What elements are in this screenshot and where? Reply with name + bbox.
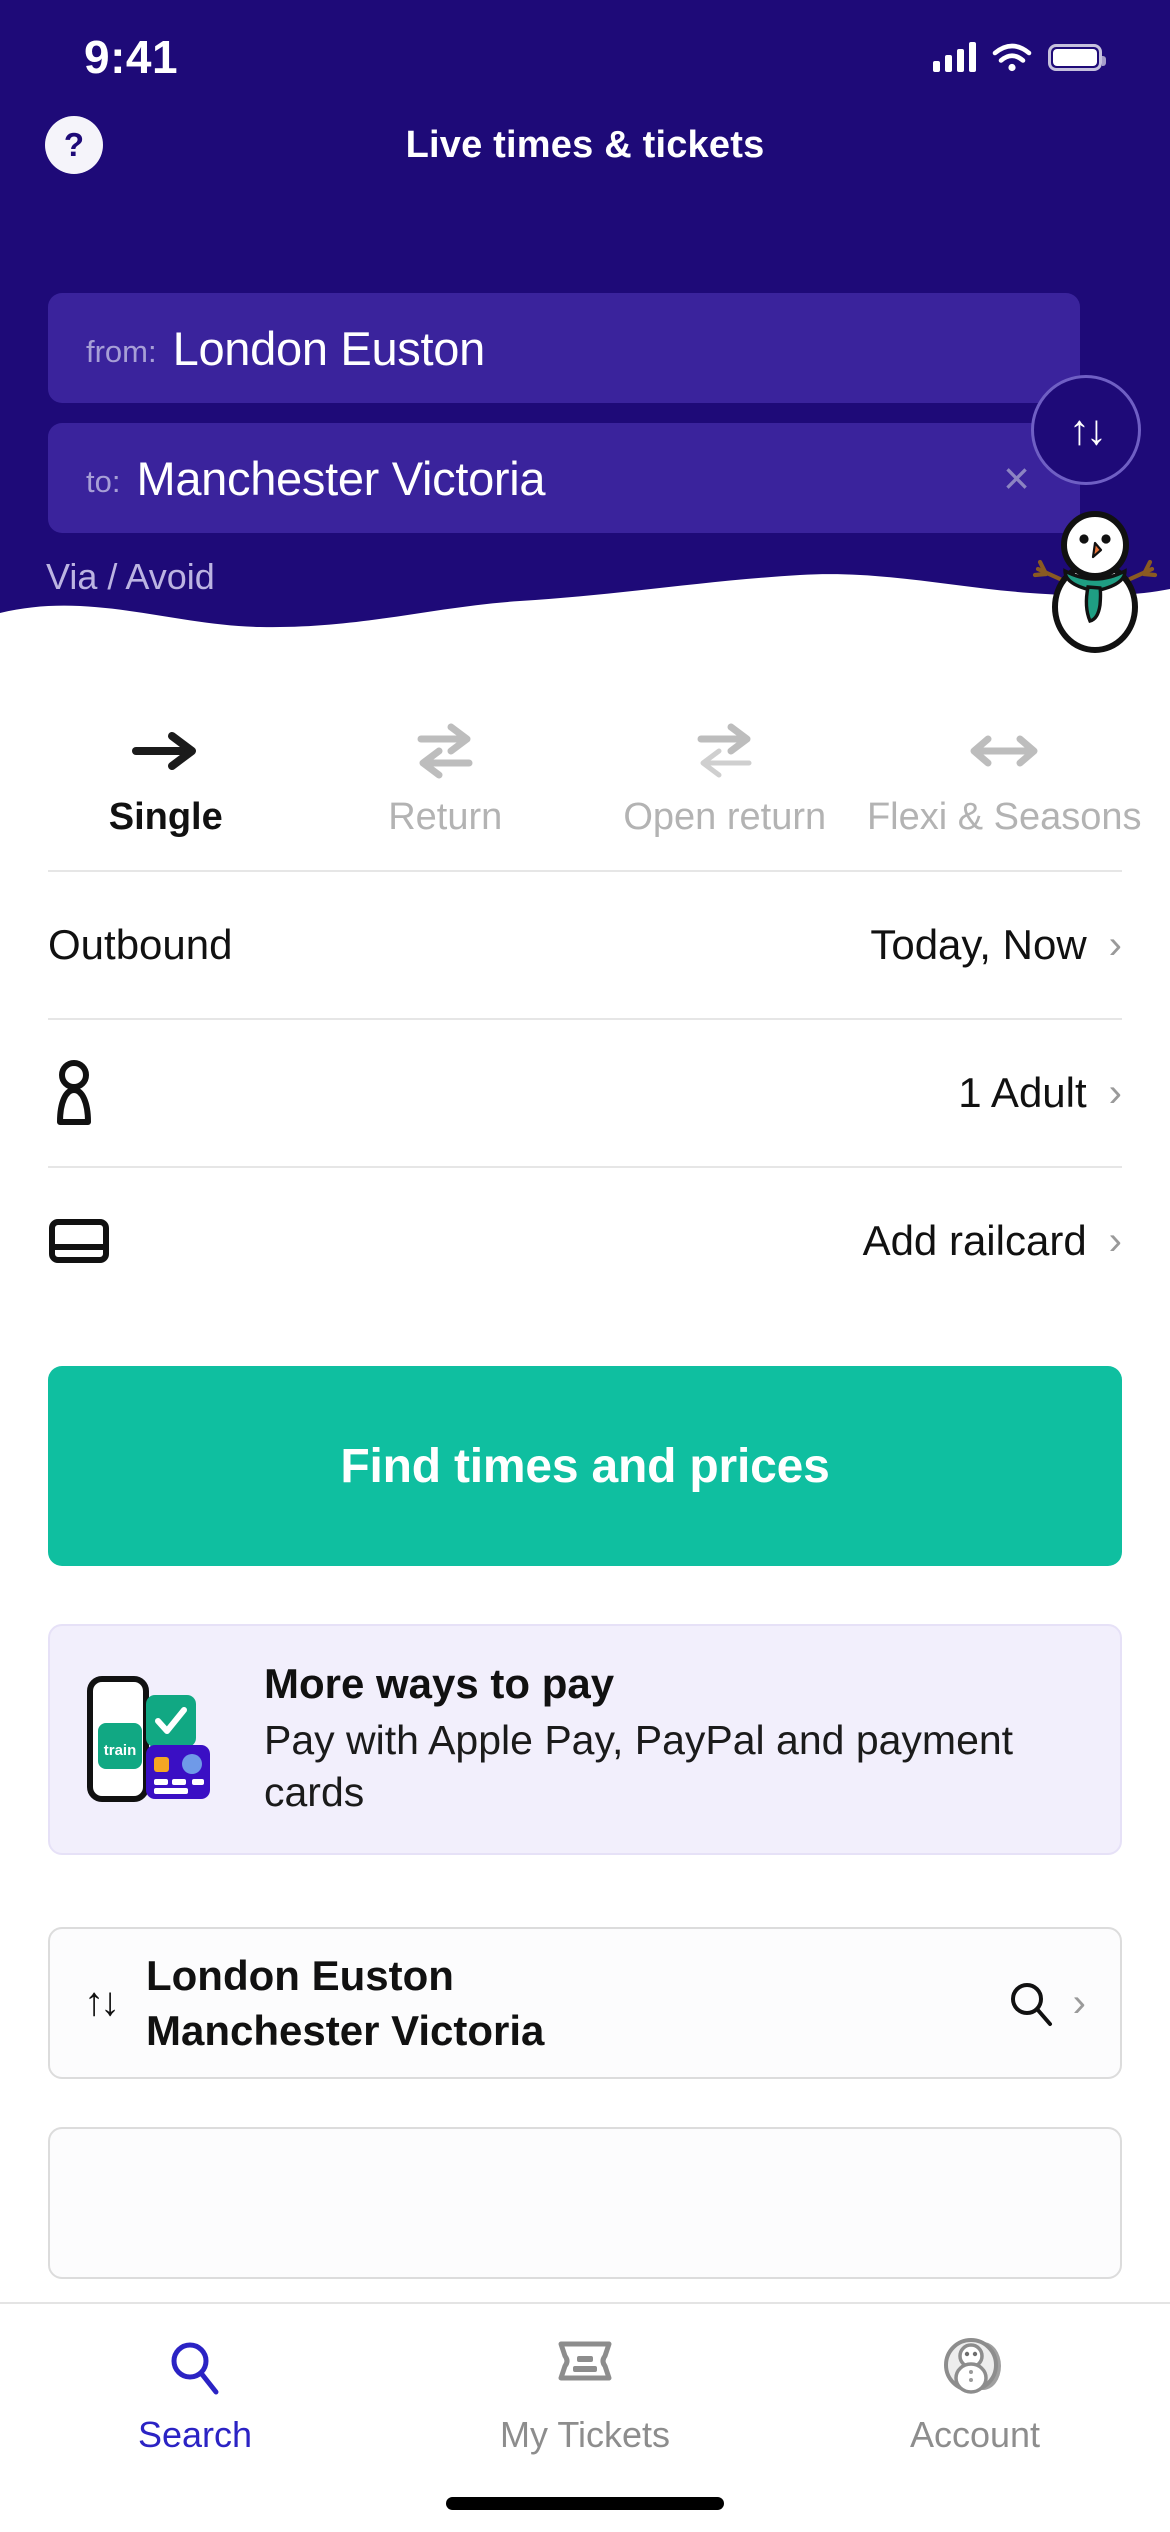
from-station-value: London Euston [172,321,486,375]
tab-single[interactable]: Single [26,640,306,839]
from-station-field[interactable]: from: London Euston [48,293,1080,403]
from-label: from: [86,334,157,369]
tab-my-tickets-label: My Tickets [499,2414,670,2455]
search-options: Outbound Today, Now › 1 Adult › Add rail… [0,870,1170,1314]
account-avatar-icon [943,2332,1007,2402]
recent-search-item-partial[interactable] [48,2126,1122,2279]
up-down-arrows-icon: ↑↓ [84,1980,120,2025]
snow-wave-divider [0,574,1170,665]
tab-account-label: Account [909,2414,1041,2455]
recent-searches: ↑↓ London Euston Manchester Victoria › [0,1855,1170,2279]
swap-stations-button[interactable]: ↑↓ [1031,375,1141,485]
cellular-signal-icon [933,42,976,72]
tab-return[interactable]: Return [306,640,586,839]
to-station-value: Manchester Victoria [136,451,546,505]
open-return-arrows-icon [689,720,761,782]
more-ways-to-pay-card[interactable]: train More ways to pay Pay with Apple Pa [48,1624,1122,1855]
double-arrow-icon [964,720,1044,782]
recent-destination: Manchester Victoria [146,2006,545,2054]
recent-search-item[interactable]: ↑↓ London Euston Manchester Victoria › [48,1926,1122,2079]
app-header: 9:41 ? Live times & tickets from: London… [0,0,1170,665]
wifi-icon [992,43,1032,72]
outbound-value: Today, Now [870,921,1087,968]
pay-card-wrapper: train More ways to pay Pay with Apple Pa [0,1566,1170,1855]
snowman-icon [1032,511,1158,653]
ticket-type-tabs: Single Return Open return Flexi & Season… [0,640,1170,870]
chevron-right-icon: › [1072,1980,1086,2025]
pay-card-title: More ways to pay [264,1660,615,1707]
chevron-right-icon: › [1108,923,1122,967]
header-title-row: ? Live times & tickets [0,100,1170,190]
railcard-icon [49,1219,109,1263]
tab-account[interactable]: Account [780,2332,1170,2456]
chevron-right-icon: › [1108,1071,1122,1115]
search-icon[interactable] [1007,1979,1055,2027]
pay-card-subtitle: Pay with Apple Pay, PayPal and payment c… [264,1717,1014,1816]
outbound-label: Outbound [48,921,233,968]
tab-my-tickets[interactable]: My Tickets [390,2332,780,2456]
help-button[interactable]: ? [45,116,103,174]
person-icon [57,1060,91,1125]
svg-text:train: train [104,1742,137,1759]
battery-icon [1048,43,1106,71]
tab-open-return[interactable]: Open return [585,640,865,839]
tab-return-label: Return [388,796,503,838]
to-label: to: [86,464,121,499]
tab-flexi-seasons-label: Flexi & Seasons [866,796,1142,838]
main-content: Single Return Open return Flexi & Season… [0,640,1170,2279]
cta-wrapper: Find times and prices [0,1314,1170,1566]
tab-single-label: Single [108,796,223,838]
railcard-value: Add railcard [862,1217,1087,1264]
railcard-row[interactable]: Add railcard › [48,1166,1122,1314]
page-title: Live times & tickets [405,123,765,166]
status-bar: 9:41 [0,0,1170,100]
tab-search[interactable]: Search [0,2332,390,2456]
bottom-tab-bar: Search My Tickets Account [0,2302,1170,2532]
outbound-row[interactable]: Outbound Today, Now › [48,870,1122,1018]
arrow-right-icon [130,720,202,782]
recent-origin: London Euston [146,1951,454,1999]
clear-destination-button[interactable]: × [1003,455,1030,501]
tab-flexi-seasons[interactable]: Flexi & Seasons [865,640,1145,839]
status-bar-time: 9:41 [84,31,179,83]
find-times-and-prices-button[interactable]: Find times and prices [48,1366,1122,1566]
phone-and-card-icon: train [86,1673,226,1805]
tab-search-label: Search [137,2414,253,2455]
search-icon [166,2332,224,2402]
return-arrows-icon [409,720,481,782]
ticket-icon [553,2332,617,2402]
tab-open-return-label: Open return [623,796,827,838]
to-station-field[interactable]: to: Manchester Victoria × [48,423,1080,533]
passengers-value: 1 Adult [958,1069,1087,1116]
chevron-right-icon: › [1108,1219,1122,1263]
home-indicator [446,2497,724,2510]
passengers-row[interactable]: 1 Adult › [48,1018,1122,1166]
status-bar-icons [933,42,1106,72]
